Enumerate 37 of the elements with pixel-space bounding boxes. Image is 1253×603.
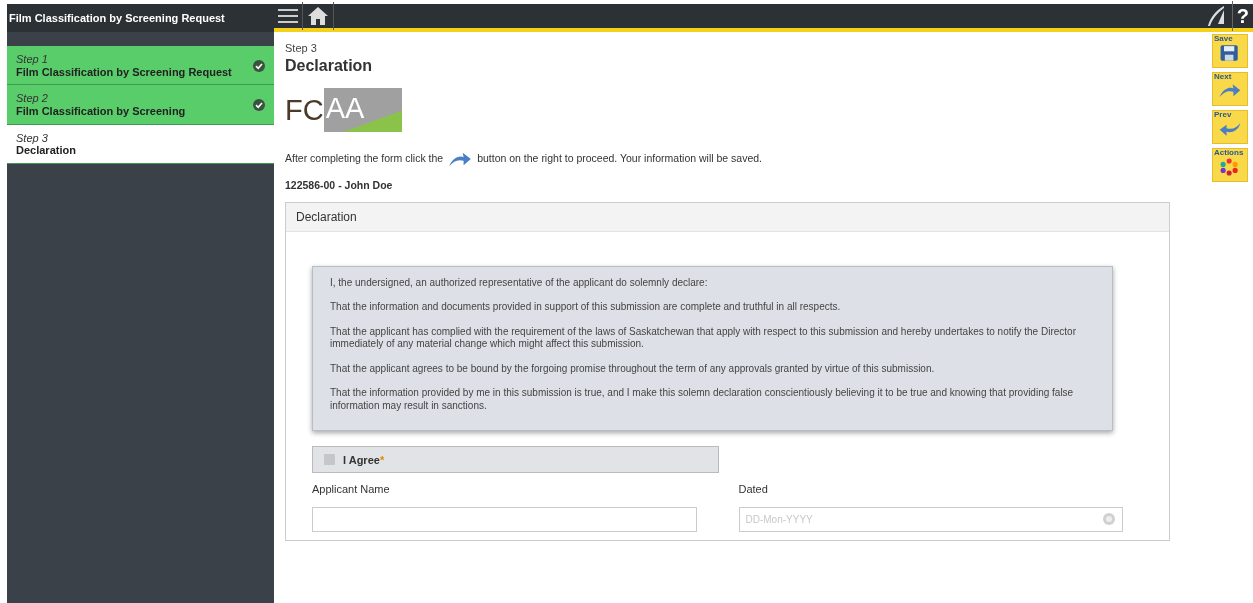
action-button[interactable]: Actions — [1212, 148, 1248, 182]
declaration-text: I, the undersigned, an authorized representative of the applicant do solemnly declare: — [330, 276, 709, 290]
help-button[interactable]: ? — [1231, 1, 1253, 31]
action-button[interactable]: Save — [1212, 34, 1248, 68]
logo: FCAA — [285, 88, 403, 133]
step-label: Step 3 — [285, 41, 318, 56]
check-icon — [253, 59, 265, 72]
action-button[interactable]: Prev — [1212, 110, 1248, 144]
home-icon — [307, 6, 329, 26]
step-label: Film Classification by Screening Request — [16, 65, 232, 79]
agree-label: I Agree* — [343, 452, 385, 468]
declaration-text: That the information provided by me in this submission is true, and I make this solemn declaration conscientiously believing it to be true and knowing that providing false information may result in sanctions. — [330, 387, 1075, 413]
check-icon — [253, 98, 265, 111]
page-title: Declaration — [285, 56, 374, 75]
step-label: Declaration — [16, 144, 76, 157]
applicant-id: 122586-00 - John Doe — [285, 178, 394, 194]
step-item[interactable]: Step 3 Declaration — [7, 124, 274, 164]
input-field[interactable] — [312, 506, 697, 532]
sidebar-title: Film Classification by Screening Request — [7, 4, 274, 32]
step-number: Step 1 — [16, 53, 49, 66]
declaration-text: That the information and documents provided in support of this submission are complete and truthful in all respects. — [330, 301, 842, 314]
step-number: Step 3 — [16, 131, 49, 145]
step-number: Step 2 — [16, 92, 49, 105]
instruction-text: button on the right to proceed. Your information will be saved. — [477, 151, 762, 167]
panel-header: Declaration — [286, 202, 1169, 232]
instruction-text: After completing the form click the — [285, 151, 444, 167]
step-item[interactable]: Step 1 Film Classification by Screening Request — [7, 46, 274, 86]
menu-icon — [278, 8, 298, 24]
field-label: Applicant Name — [312, 482, 391, 498]
checkbox-square — [324, 454, 335, 466]
declaration-text: That the applicant agrees to be bound by the forgoing promise throughout the term of any approvals granted by virtue of this submission. — [330, 362, 936, 376]
field-label: Dated — [738, 482, 769, 498]
action-button[interactable]: Next — [1212, 72, 1248, 106]
step-item[interactable]: Step 2 Film Classification by Screening — [7, 85, 274, 125]
declaration-text: That the applicant has complied with the requirement of the laws of Saskatchewan that apply with respect to this submission and hereby undertakes to notify the Director immediately of any material change which might affect this submission. — [330, 325, 1077, 351]
agree-checkbox[interactable]: I Agree* — [312, 446, 719, 474]
step-label: Film Classification by Screening — [16, 104, 186, 118]
